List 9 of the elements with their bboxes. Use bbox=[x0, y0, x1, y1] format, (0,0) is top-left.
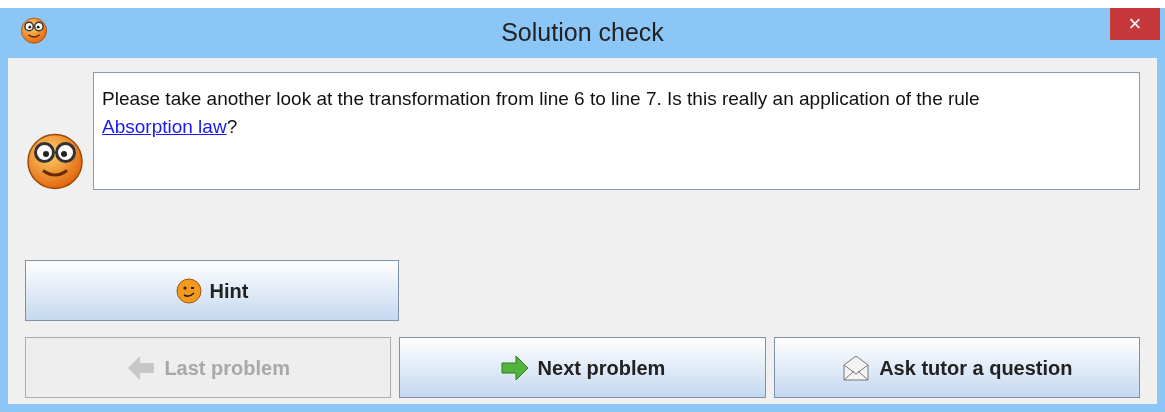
next-problem-button[interactable]: Next problem bbox=[399, 337, 766, 398]
window-title: Solution check bbox=[501, 17, 664, 49]
ask-tutor-button[interactable]: Ask tutor a question bbox=[773, 337, 1140, 398]
rule-link[interactable]: Absorption law bbox=[102, 116, 227, 137]
hint-button[interactable]: Hint bbox=[25, 260, 399, 321]
smiley-icon bbox=[175, 277, 202, 304]
message-text: Please take another look at the transformation from line 6 to line 7. Is this really an application of the rule Absorption law? bbox=[102, 87, 981, 139]
close-button[interactable]: × bbox=[1110, 8, 1160, 40]
app-icon bbox=[20, 16, 48, 44]
